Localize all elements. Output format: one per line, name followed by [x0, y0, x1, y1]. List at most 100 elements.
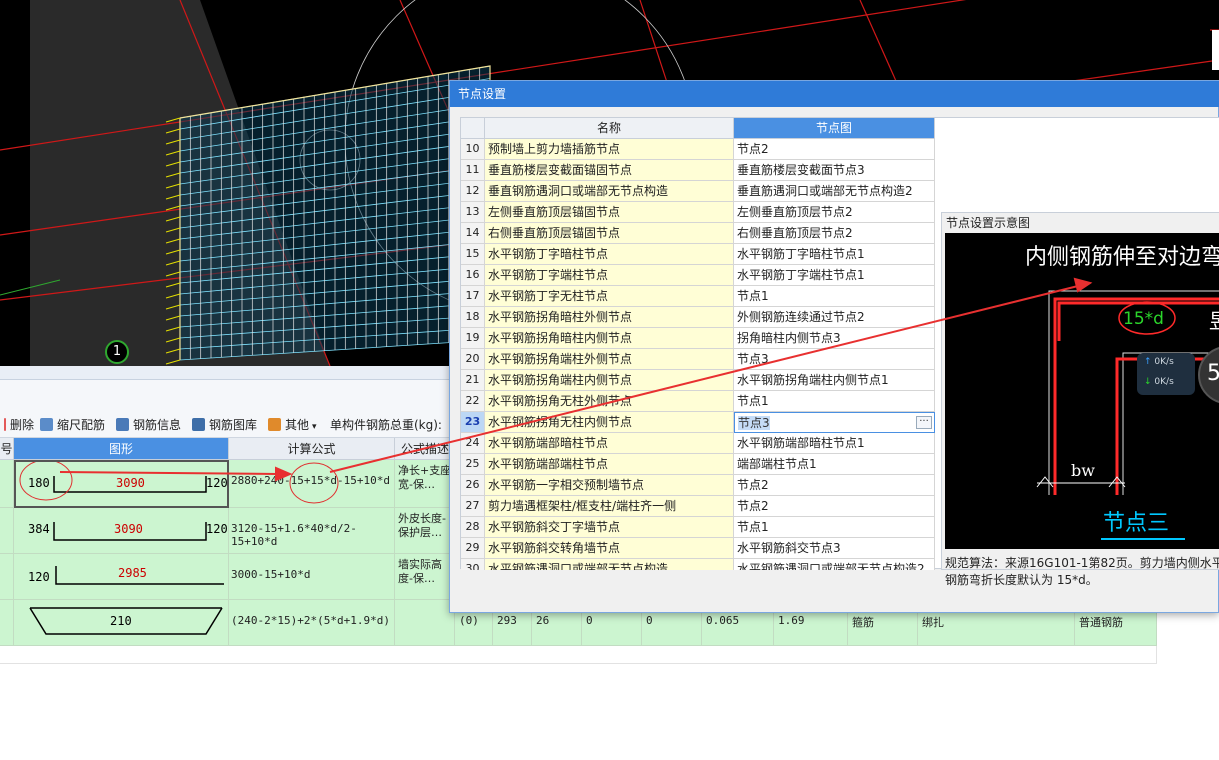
- row-index[interactable]: 24: [461, 433, 485, 454]
- rebar-library-label: 钢筋图库: [209, 418, 258, 432]
- node-setting-name[interactable]: 水平钢筋拐角暗柱内侧节点: [485, 328, 734, 349]
- node-setting-name[interactable]: 水平钢筋拐角无柱外侧节点: [485, 391, 734, 412]
- axis-badge[interactable]: 1: [105, 340, 129, 364]
- row-index[interactable]: 12: [461, 181, 485, 202]
- chevron-down-icon: ▾: [312, 422, 317, 432]
- node-value[interactable]: 外侧钢筋连续通过节点2: [734, 307, 935, 328]
- node-setting-name[interactable]: 水平钢筋端部端柱节点: [485, 454, 734, 475]
- node-table-container: 名称 节点图 10 预制墙上剪力墙插筋节点 节点2 11 垂直筋楼层变截面锚固节点 垂直筋…: [460, 117, 1219, 587]
- scale-label: 缩尺配筋: [57, 418, 106, 432]
- node-value[interactable]: 垂直筋遇洞口或端部无节点构造2: [734, 181, 935, 202]
- download-speed: ↓ 0K/s: [1144, 377, 1174, 387]
- node-value[interactable]: 左侧垂直筋顶层节点2: [734, 202, 935, 223]
- node-setting-name[interactable]: 剪力墙遇框架柱/框支柱/端柱齐一侧: [485, 496, 734, 517]
- row-index[interactable]: 10: [461, 139, 485, 160]
- total-weight-label: 单构件钢筋总重(kg):: [330, 418, 442, 432]
- node-value[interactable]: 水平钢筋斜交节点3: [734, 538, 935, 559]
- row-index[interactable]: 23: [461, 412, 485, 433]
- node-setting-name[interactable]: 水平钢筋一字相交预制墙节点: [485, 475, 734, 496]
- node-value[interactable]: 垂直筋楼层变截面节点3: [734, 160, 935, 181]
- row-index[interactable]: 14: [461, 223, 485, 244]
- node-drawing: [1036, 290, 1219, 540]
- node-value-editor[interactable]: 节点3 ···: [734, 412, 935, 433]
- node-setting-name[interactable]: 预制墙上剪力墙插筋节点: [485, 139, 734, 160]
- node-setting-name[interactable]: 水平钢筋斜交转角墙节点: [485, 538, 734, 559]
- node-setting-name[interactable]: 水平钢筋拐角端柱内侧节点: [485, 370, 734, 391]
- col-header-node[interactable]: 节点图: [734, 118, 935, 139]
- row-number-cell[interactable]: [0, 554, 14, 600]
- node-setting-name[interactable]: 水平钢筋丁字无柱节点: [485, 286, 734, 307]
- node-value[interactable]: 节点2: [734, 139, 935, 160]
- row-index[interactable]: 19: [461, 328, 485, 349]
- upload-speed: ↑ 0K/s: [1144, 357, 1174, 367]
- desc-cell[interactable]: [395, 600, 455, 646]
- rebar-shape-drawing: [55, 566, 224, 585]
- node-value[interactable]: 节点2: [734, 496, 935, 517]
- row-index[interactable]: 16: [461, 265, 485, 286]
- node-value[interactable]: 拐角暗柱内侧节点3: [734, 328, 935, 349]
- node-value[interactable]: 水平钢筋遇洞口或端部无节点构造2: [734, 559, 935, 570]
- node-value[interactable]: 右侧垂直筋顶层节点2: [734, 223, 935, 244]
- row-index[interactable]: 28: [461, 517, 485, 538]
- node-value[interactable]: 水平钢筋拐角端柱内侧节点1: [734, 370, 935, 391]
- node-settings-dialog: 节点设置 名称 节点图 10 预制墙上剪力墙插筋节点 节点2 11 垂直筋楼层变截面锚固…: [449, 80, 1219, 613]
- row-index[interactable]: 22: [461, 391, 485, 412]
- shape-cell[interactable]: 120 2985: [14, 554, 229, 600]
- diagram-panel-title: 节点设置示意图: [946, 216, 1031, 230]
- formula-cell[interactable]: (240-2*15)+2*(5*d+1.9*d): [229, 600, 395, 646]
- node-setting-name[interactable]: 水平钢筋端部暗柱节点: [485, 433, 734, 454]
- row-index[interactable]: 29: [461, 538, 485, 559]
- node-setting-name[interactable]: 水平钢筋拐角暗柱外侧节点: [485, 307, 734, 328]
- row-index[interactable]: 20: [461, 349, 485, 370]
- node-setting-name[interactable]: 垂直钢筋遇洞口或端部无节点构造: [485, 181, 734, 202]
- diagram-label-15d: 15*d: [1123, 309, 1164, 329]
- node-setting-name[interactable]: 水平钢筋丁字暗柱节点: [485, 244, 734, 265]
- node-setting-name[interactable]: 水平钢筋拐角端柱外侧节点: [485, 349, 734, 370]
- node-value[interactable]: 节点3: [734, 349, 935, 370]
- row-index[interactable]: 13: [461, 202, 485, 223]
- row-index[interactable]: 21: [461, 370, 485, 391]
- row-index[interactable]: 25: [461, 454, 485, 475]
- row-index[interactable]: 11: [461, 160, 485, 181]
- formula-cell[interactable]: 3000-15+10*d: [229, 554, 395, 600]
- delete-icon: [4, 418, 6, 431]
- browse-ellipsis-button[interactable]: ···: [916, 416, 932, 429]
- other-menu-button[interactable]: 其他 ▾: [268, 416, 317, 434]
- row-index[interactable]: 26: [461, 475, 485, 496]
- gauge-value: 52: [1207, 361, 1219, 386]
- node-value[interactable]: 水平钢筋丁字端柱节点1: [734, 265, 935, 286]
- node-setting-name[interactable]: 垂直筋楼层变截面锚固节点: [485, 160, 734, 181]
- node-setting-name[interactable]: 水平钢筋拐角无柱内侧节点: [485, 412, 734, 433]
- node-value[interactable]: 水平钢筋端部暗柱节点1: [734, 433, 935, 454]
- row-index[interactable]: 17: [461, 286, 485, 307]
- node-setting-name[interactable]: 水平钢筋丁字端柱节点: [485, 265, 734, 286]
- row-index[interactable]: 30: [461, 559, 485, 570]
- node-value[interactable]: 节点1: [734, 391, 935, 412]
- row-index[interactable]: 18: [461, 307, 485, 328]
- row-index[interactable]: 27: [461, 496, 485, 517]
- node-setting-name[interactable]: 右侧垂直筋顶层锚固节点: [485, 223, 734, 244]
- desc-cell[interactable]: 墙实际高度-保…: [395, 554, 455, 600]
- delete-button[interactable]: 删除: [4, 416, 34, 434]
- dialog-title[interactable]: 节点设置: [450, 81, 1219, 107]
- node-value[interactable]: 节点1: [734, 286, 935, 307]
- node-value[interactable]: 节点1: [734, 517, 935, 538]
- rebar-info-button[interactable]: 钢筋信息: [116, 416, 181, 434]
- rebar-library-button[interactable]: 钢筋图库: [192, 416, 257, 434]
- node-value[interactable]: 节点2: [734, 475, 935, 496]
- row-number-cell[interactable]: [0, 600, 14, 646]
- node-value[interactable]: 水平钢筋丁字暗柱节点1: [734, 244, 935, 265]
- node-value[interactable]: 端部端柱节点1: [734, 454, 935, 475]
- col-header-name[interactable]: 名称: [485, 118, 734, 139]
- row-index[interactable]: 15: [461, 244, 485, 265]
- node-table-body: 10 预制墙上剪力墙插筋节点 节点2 11 垂直筋楼层变截面锚固节点 垂直筋楼层变截面节点…: [461, 139, 935, 570]
- empty-row[interactable]: [0, 646, 1157, 664]
- node-value-text[interactable]: 节点3: [738, 416, 770, 430]
- node-setting-name[interactable]: 左侧垂直筋顶层锚固节点: [485, 202, 734, 223]
- shape-cell[interactable]: 210: [14, 600, 229, 646]
- node-setting-name[interactable]: 水平钢筋斜交丁字墙节点: [485, 517, 734, 538]
- scale-rebar-button[interactable]: 缩尺配筋: [40, 416, 105, 434]
- node-setting-name[interactable]: 水平钢筋遇洞口或端部无节点构造: [485, 559, 734, 570]
- scale-icon: [40, 418, 53, 431]
- diagram-side-char: 昱: [1209, 305, 1219, 334]
